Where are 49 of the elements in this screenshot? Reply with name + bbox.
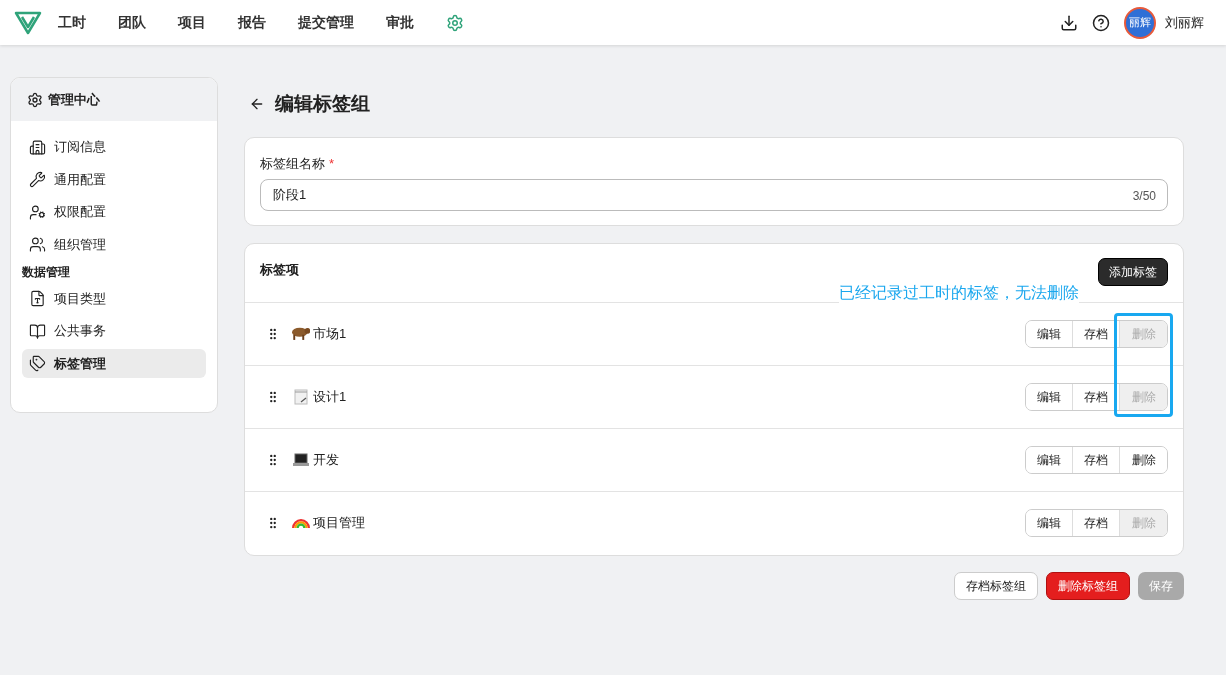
edit-button[interactable]: 编辑: [1026, 510, 1073, 536]
sidebar-item[interactable]: 组织管理: [22, 230, 206, 259]
tag-icon: [29, 355, 46, 372]
user-avatar[interactable]: 丽辉: [1124, 6, 1156, 39]
sidebar-item[interactable]: 公共事务: [22, 316, 206, 346]
user-name[interactable]: 刘丽辉: [1165, 12, 1204, 33]
nav-link[interactable]: 提交管理: [298, 12, 354, 33]
download-icon[interactable]: [1060, 13, 1078, 32]
ox-icon: [292, 327, 310, 340]
add-tag-button[interactable]: 添加标签: [1098, 257, 1168, 286]
building-icon: [29, 138, 46, 156]
edit-button[interactable]: 编辑: [1026, 320, 1073, 347]
sidebar-item[interactable]: 项目类型: [22, 284, 206, 313]
sidebar-item[interactable]: 订阅信息: [22, 132, 206, 162]
sidebar-item[interactable]: 标签管理: [22, 349, 206, 378]
help-icon[interactable]: [1092, 13, 1110, 32]
archive-group-button[interactable]: 存档标签组: [954, 571, 1038, 600]
laptop-icon: [292, 450, 310, 469]
nav-link[interactable]: 审批: [386, 12, 414, 33]
field-label: 标签组名称 *: [260, 155, 336, 173]
settings-icon: [27, 91, 43, 108]
tag-name: 市场1: [313, 324, 347, 343]
group-heading: 数据管理: [22, 263, 71, 281]
edit-button[interactable]: 编辑: [1026, 446, 1073, 473]
users-icon: [29, 236, 46, 253]
required-mark: *: [329, 156, 335, 171]
sidebar-item[interactable]: 权限配置: [22, 197, 206, 227]
usergear-icon: [29, 203, 46, 221]
nav-link[interactable]: 团队: [118, 12, 146, 33]
settings-icon[interactable]: [446, 13, 464, 32]
section-title: 标签项: [260, 260, 299, 279]
edit-button[interactable]: 编辑: [1026, 383, 1073, 410]
tag-name: 设计1: [313, 387, 347, 406]
nav-link[interactable]: 项目: [178, 12, 206, 33]
nav-link[interactable]: 报告: [238, 12, 266, 33]
nav-link[interactable]: 工时: [58, 12, 86, 33]
delete-group-button[interactable]: 删除标签组: [1046, 571, 1130, 600]
rainbow-icon: [292, 518, 310, 528]
file-icon: [29, 290, 46, 307]
notepad-icon: [292, 387, 310, 406]
wrench-icon: [29, 171, 46, 188]
sidebar-title: 管理中心: [48, 90, 100, 109]
page-title: 编辑标签组: [275, 91, 370, 116]
book-icon: [29, 322, 46, 340]
tag-name: 开发: [313, 450, 339, 469]
tag-name: 项目管理: [313, 514, 365, 533]
char-counter: 3/50: [1132, 187, 1156, 205]
logo-icon[interactable]: [14, 9, 42, 36]
sidebar-item[interactable]: 通用配置: [22, 165, 206, 194]
